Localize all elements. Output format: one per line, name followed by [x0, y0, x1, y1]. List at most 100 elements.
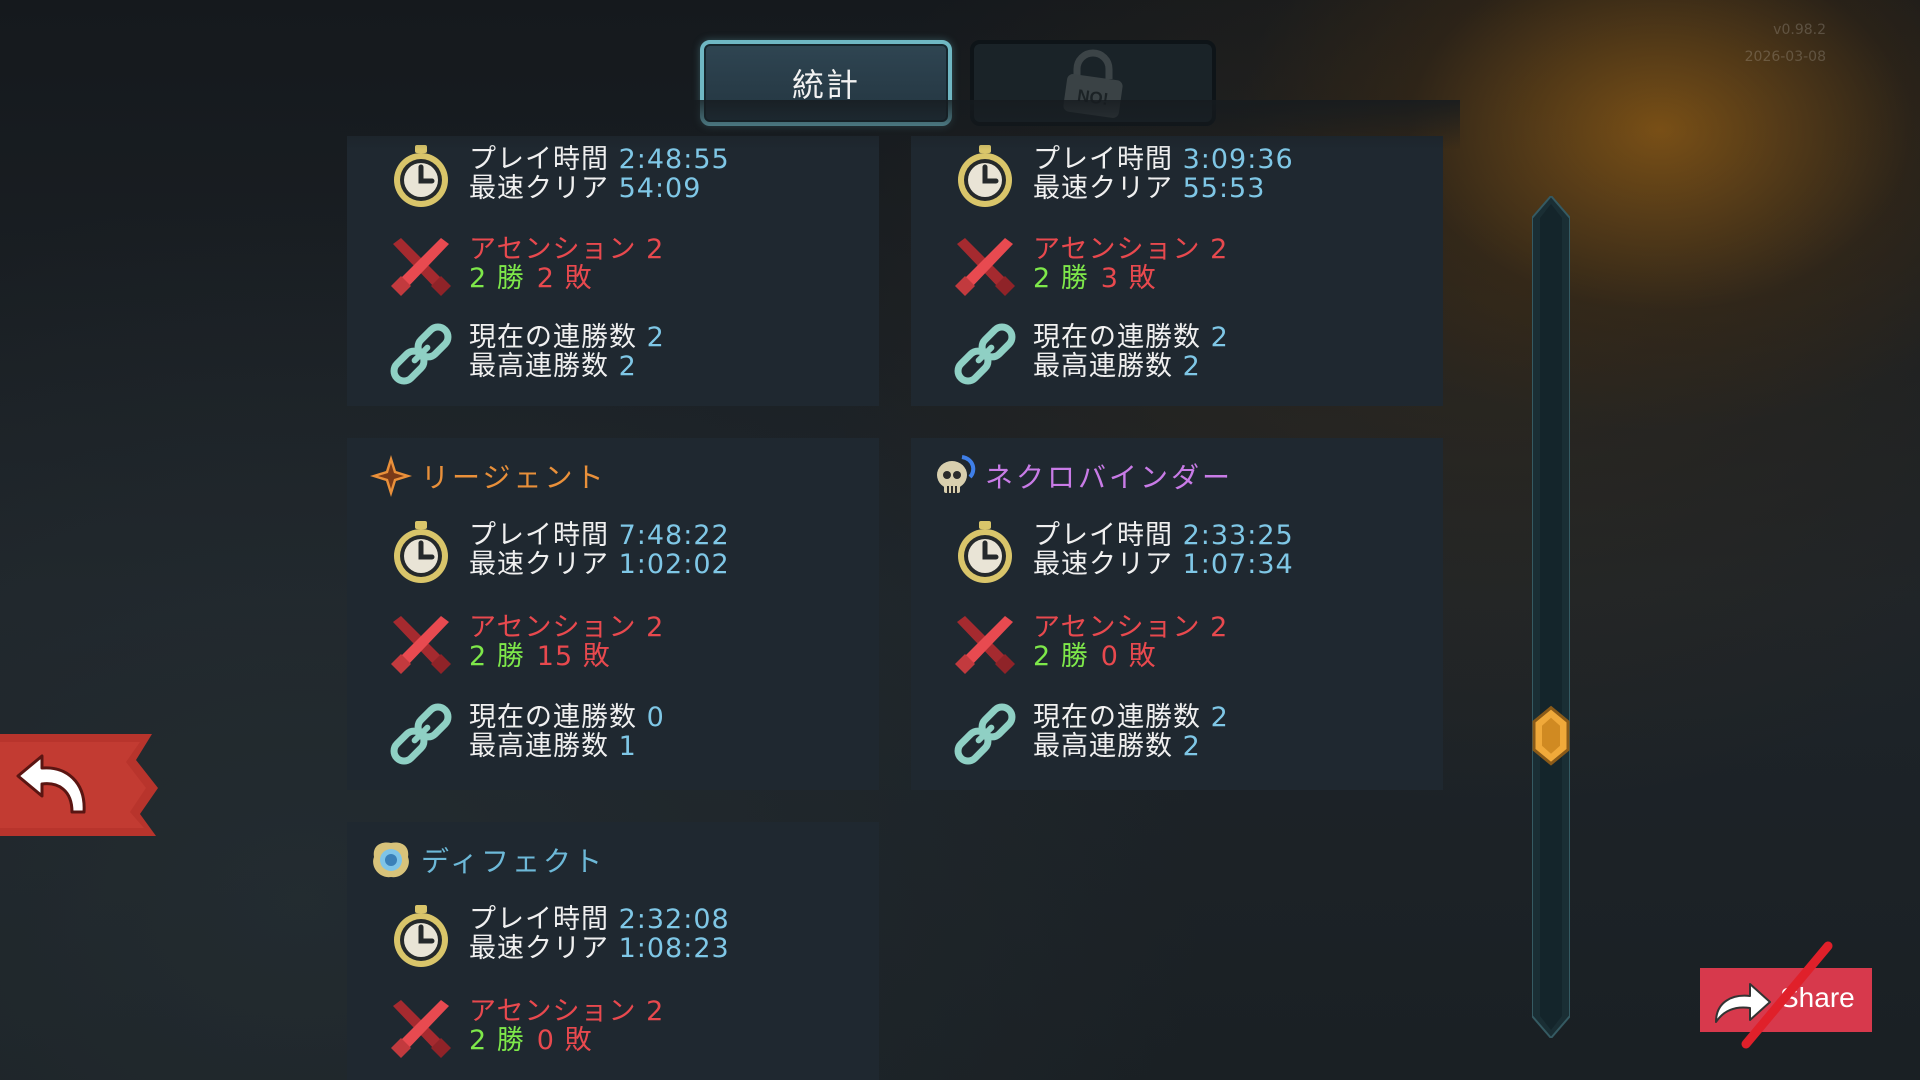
fastest-label: 最速クリア	[1033, 549, 1173, 580]
character-title: ディフェクト	[367, 832, 605, 888]
stopwatch-icon	[958, 521, 1012, 583]
playtime-label: プレイ時間	[1033, 520, 1173, 551]
current-streak-label: 現在の連勝数	[1033, 322, 1201, 353]
character-stats-card: プレイ時間 2:48:55 最速クリア 54:09 アセンション 2 2 勝2 …	[347, 136, 879, 406]
fastest-value: 54:09	[618, 173, 702, 204]
losses-value: 0	[1100, 641, 1119, 672]
chain-link-icon	[390, 323, 452, 385]
best-streak-label: 最高連勝数	[1033, 351, 1173, 382]
character-name: リージェント	[421, 461, 607, 494]
crossed-swords-icon	[391, 238, 451, 296]
necrobinder-skull-icon	[937, 455, 976, 493]
ascension-value: 2	[1210, 612, 1229, 643]
character-stats-card: プレイ時間 3:09:36 最速クリア 55:53 アセンション 2 2 勝3 …	[911, 136, 1443, 406]
ascension-value: 2	[646, 612, 665, 643]
wins-label: 勝	[1060, 263, 1089, 294]
disabled-slash-icon	[1741, 941, 1833, 1049]
crossed-swords-icon	[955, 616, 1015, 674]
current-streak-label: 現在の連勝数	[1033, 702, 1201, 733]
version-number: v0.98.2	[1773, 22, 1826, 38]
character-stats-card: ネクロバインダー プレイ時間 2:33:25 最速クリア 1:07:34 アセン…	[911, 438, 1443, 790]
top-fade	[340, 100, 1460, 150]
ascension-row: アセンション 2 2 勝3 敗	[951, 226, 1421, 306]
ascension-value: 2	[646, 996, 665, 1027]
best-streak-value: 1	[618, 731, 637, 762]
character-stats-card: リージェント プレイ時間 7:48:22 最速クリア 1:02:02 アセンショ…	[347, 438, 879, 790]
ascension-row: アセンション 2 2 勝2 敗	[387, 226, 857, 306]
fastest-value: 1:08:23	[618, 933, 730, 964]
scroll-thumb[interactable]	[1532, 705, 1570, 766]
ascension-row: アセンション 2 2 勝 15 敗	[387, 604, 857, 684]
ascension-row: アセンション 2 2 勝0 敗	[387, 988, 857, 1068]
stopwatch-icon	[958, 145, 1012, 207]
streak-row: 現在の連勝数 0 最高連勝数 1	[387, 694, 857, 774]
best-streak-value: 2	[1182, 351, 1201, 382]
current-streak-label: 現在の連勝数	[469, 322, 637, 353]
fastest-label: 最速クリア	[469, 549, 609, 580]
playtime-row: プレイ時間 2:32:08 最速クリア 1:08:23	[387, 896, 857, 976]
playtime-value: 2:33:25	[1182, 520, 1294, 551]
playtime-value: 7:48:22	[618, 520, 730, 551]
stopwatch-icon	[394, 145, 448, 207]
ascension-label: アセンション	[1033, 612, 1201, 643]
playtime-row: プレイ時間 2:33:25 最速クリア 1:07:34	[951, 512, 1421, 592]
losses-value: 2	[536, 263, 555, 294]
scrollbar[interactable]	[1532, 196, 1570, 1038]
ascension-label: アセンション	[469, 234, 637, 265]
character-title: リージェント	[367, 448, 606, 504]
ascension-label: アセンション	[469, 612, 637, 643]
playtime-row: プレイ時間 7:48:22 最速クリア 1:02:02	[387, 512, 857, 592]
current-streak-value: 2	[1210, 322, 1229, 353]
losses-label: 敗	[582, 641, 611, 672]
current-streak-value: 2	[1210, 702, 1229, 733]
chain-link-icon	[390, 703, 452, 765]
character-title: ネクロバインダー	[931, 448, 1233, 504]
fastest-label: 最速クリア	[1033, 173, 1173, 204]
ascension-value: 2	[1210, 234, 1229, 265]
losses-label: 敗	[1128, 263, 1157, 294]
version-date: 2026-03-08	[1744, 49, 1826, 65]
crossed-swords-icon	[391, 1000, 451, 1058]
stopwatch-icon	[394, 905, 448, 967]
crossed-swords-icon	[955, 238, 1015, 296]
wins-value: 2	[469, 263, 488, 294]
streak-row: 現在の連勝数 2 最高連勝数 2	[387, 314, 857, 394]
wins-value: 2	[469, 1025, 488, 1056]
best-streak-value: 2	[618, 351, 637, 382]
losses-value: 3	[1100, 263, 1119, 294]
ascension-label: アセンション	[469, 996, 637, 1027]
playtime-label: プレイ時間	[469, 904, 609, 935]
fastest-label: 最速クリア	[469, 173, 609, 204]
current-streak-value: 0	[646, 702, 665, 733]
losses-value: 15	[536, 641, 574, 672]
ascension-row: アセンション 2 2 勝0 敗	[951, 604, 1421, 684]
stopwatch-icon	[394, 521, 448, 583]
losses-label: 敗	[564, 263, 593, 294]
wins-label: 勝	[496, 1025, 525, 1056]
wins-label: 勝	[496, 641, 525, 672]
playtime-label: プレイ時間	[469, 520, 609, 551]
fastest-value: 1:07:34	[1182, 549, 1294, 580]
streak-row: 現在の連勝数 2 最高連勝数 2	[951, 694, 1421, 774]
losses-label: 敗	[564, 1025, 593, 1056]
back-button[interactable]	[0, 730, 160, 840]
wins-value: 2	[1033, 641, 1052, 672]
crossed-swords-icon	[391, 616, 451, 674]
current-streak-value: 2	[646, 322, 665, 353]
character-stats-card: ディフェクト プレイ時間 2:32:08 最速クリア 1:08:23 アセンショ…	[347, 822, 879, 1080]
chain-link-icon	[954, 703, 1016, 765]
character-name: ディフェクト	[421, 845, 606, 878]
ascension-value: 2	[646, 234, 665, 265]
wins-label: 勝	[496, 263, 525, 294]
share-button[interactable]: Share	[1700, 941, 1872, 1049]
current-streak-label: 現在の連勝数	[469, 702, 637, 733]
chain-link-icon	[954, 323, 1016, 385]
best-streak-label: 最高連勝数	[1033, 731, 1173, 762]
wins-value: 2	[1033, 263, 1052, 294]
wins-value: 2	[469, 641, 488, 672]
ascension-label: アセンション	[1033, 234, 1201, 265]
wins-label: 勝	[1060, 641, 1089, 672]
streak-row: 現在の連勝数 2 最高連勝数 2	[951, 314, 1421, 394]
losses-value: 0	[536, 1025, 555, 1056]
fastest-value: 1:02:02	[618, 549, 730, 580]
